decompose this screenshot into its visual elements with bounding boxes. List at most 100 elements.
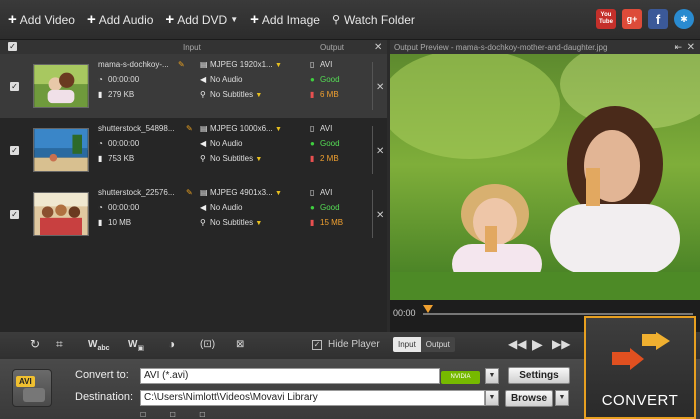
dropdown-arrow-icon[interactable]: ▼: [275, 126, 282, 133]
convert-to-label: Convert to:: [75, 369, 129, 381]
caret-down-icon: ▼: [230, 15, 239, 24]
film-icon: ▤: [200, 60, 208, 69]
hide-player-toggle[interactable]: ✓ Hide Player: [312, 339, 380, 350]
subtitle-icon: ⚲: [200, 218, 206, 227]
audio-track: No Audio: [210, 75, 243, 84]
video-codec: MJPEG 1920x1...: [210, 60, 273, 69]
destination-field[interactable]: C:\Users\Nimlott\Videos\Movavi Library: [140, 390, 485, 406]
output-format-field[interactable]: AVI (*.avi): [140, 368, 440, 384]
format-dropdown-icon[interactable]: ▼: [485, 368, 499, 384]
plus-icon: +: [86, 11, 96, 28]
output-size: 2 MB: [320, 154, 339, 163]
add-video-label: Add Video: [19, 12, 75, 27]
remove-file-icon[interactable]: ✕: [376, 146, 384, 157]
divider: [372, 62, 373, 110]
search-icon: ⚲: [331, 14, 341, 26]
edit-icon[interactable]: ✎: [186, 124, 193, 133]
device-icon: ▯: [310, 124, 315, 133]
plus-icon: +: [165, 11, 175, 28]
dropdown-arrow-icon[interactable]: ▼: [255, 156, 262, 163]
film-icon: ▤: [200, 124, 208, 133]
output-quality: Good: [320, 139, 340, 148]
add-video-button[interactable]: + Add Video: [8, 11, 75, 28]
timeline-playhead[interactable]: [423, 305, 433, 313]
pin-icon[interactable]: ⇤: [674, 42, 682, 53]
hide-player-checkbox[interactable]: ✓: [312, 339, 322, 350]
video-reel-icon: [23, 388, 45, 402]
row-checkbox[interactable]: ✓: [10, 146, 19, 155]
add-audio-label: Add Audio: [98, 12, 154, 27]
remove-file-icon[interactable]: ✕: [376, 82, 384, 93]
add-dvd-button[interactable]: + Add DVD ▼: [165, 11, 238, 28]
add-image-button[interactable]: + Add Image: [250, 11, 320, 28]
edit-icon[interactable]: ✎: [178, 60, 185, 69]
file-row[interactable]: ✓ shutterstock_22576... ✎ ◔ 00:00:00 ▮ 10 …: [0, 182, 387, 246]
destination-label: Destination:: [75, 391, 134, 403]
edit-icon[interactable]: ✎: [186, 188, 193, 197]
close-preview-icon[interactable]: ✕: [687, 42, 695, 53]
browse-button[interactable]: Browse: [505, 390, 553, 407]
watch-folder-button[interactable]: ⚲ Watch Folder: [332, 13, 415, 27]
watermark-icon[interactable]: Wabc: [88, 339, 110, 352]
plus-icon: +: [8, 11, 17, 28]
subtitle-track: No Subtitles: [210, 218, 254, 227]
format-badge: AVI: [16, 376, 35, 387]
destination-dropdown-icon[interactable]: ▼: [485, 390, 499, 406]
clock-icon: ◔: [98, 75, 103, 84]
settings-button[interactable]: Settings: [508, 367, 570, 384]
file-name: shutterstock_22576...: [98, 188, 175, 197]
adjust-color-icon[interactable]: ◑: [168, 337, 175, 351]
divider: [372, 126, 373, 174]
file-name: shutterstock_54898...: [98, 124, 175, 133]
clear-list-icon[interactable]: ✕: [374, 42, 382, 53]
file-icon: ▮: [98, 218, 103, 227]
output-format: AVI: [320, 124, 333, 133]
facebook-icon[interactable]: f: [648, 9, 668, 29]
file-thumbnail: [33, 192, 89, 236]
video-codec: MJPEG 4901x3...: [210, 188, 273, 197]
dropdown-arrow-icon[interactable]: ▼: [275, 62, 282, 69]
select-all-checkbox[interactable]: ✓: [8, 42, 17, 51]
image-watermark-icon[interactable]: W▣: [128, 339, 144, 352]
video-codec: MJPEG 1000x6...: [210, 124, 273, 133]
input-view-button[interactable]: Input: [393, 337, 421, 352]
share-icon[interactable]: ✱: [674, 9, 694, 29]
row-checkbox[interactable]: ✓: [10, 82, 19, 91]
rotate-icon[interactable]: ↻: [30, 337, 40, 351]
timeline-track[interactable]: [423, 313, 693, 315]
file-row[interactable]: ✓ mama-s-dochkoy-... ✎ ◔ 00:00:00 ▮ 279 KB…: [0, 54, 387, 118]
convert-button[interactable]: CONVERT: [584, 316, 696, 419]
plus-icon: +: [250, 11, 259, 28]
add-audio-button[interactable]: + Add Audio: [87, 11, 153, 28]
google-plus-icon[interactable]: g+: [622, 9, 642, 29]
social-links: You Tube g+ f ✱: [596, 9, 694, 29]
play-icon[interactable]: ▶: [532, 336, 543, 353]
youtube-icon[interactable]: You Tube: [596, 9, 616, 29]
output-size: 15 MB: [320, 218, 344, 227]
enhance-icon[interactable]: ⊠: [236, 339, 244, 350]
stabilize-icon[interactable]: (⊡): [200, 339, 215, 350]
output-view-button[interactable]: Output: [420, 337, 455, 352]
audio-track: No Audio: [210, 139, 243, 148]
dropdown-arrow-icon[interactable]: ▼: [275, 190, 282, 197]
speaker-icon: ◀: [200, 203, 207, 212]
nvidia-cuda-icon: NVIDIA: [441, 371, 480, 384]
file-thumbnail: [33, 64, 89, 108]
row-checkbox[interactable]: ✓: [10, 210, 19, 219]
dropdown-arrow-icon[interactable]: ▼: [255, 220, 262, 227]
rewind-icon[interactable]: ◀◀: [508, 337, 526, 351]
remove-file-icon[interactable]: ✕: [376, 210, 384, 221]
output-format-icon[interactable]: AVI: [12, 369, 52, 407]
dropdown-arrow-icon[interactable]: ▼: [255, 92, 262, 99]
browse-dropdown-icon[interactable]: ▼: [555, 390, 569, 406]
output-format: AVI: [320, 60, 333, 69]
quality-icon: ●: [310, 139, 315, 148]
crop-icon[interactable]: ⌗: [56, 337, 63, 352]
divider: [372, 190, 373, 238]
convert-label: CONVERT: [601, 392, 679, 409]
file-row[interactable]: ✓ shutterstock_54898... ✎ ◔ 00:00:00 ▮ 753…: [0, 118, 387, 182]
speaker-icon: ◀: [200, 75, 207, 84]
add-dvd-label: Add DVD: [177, 12, 228, 27]
fast-forward-icon[interactable]: ▶▶: [552, 337, 570, 351]
output-quality: Good: [320, 75, 340, 84]
